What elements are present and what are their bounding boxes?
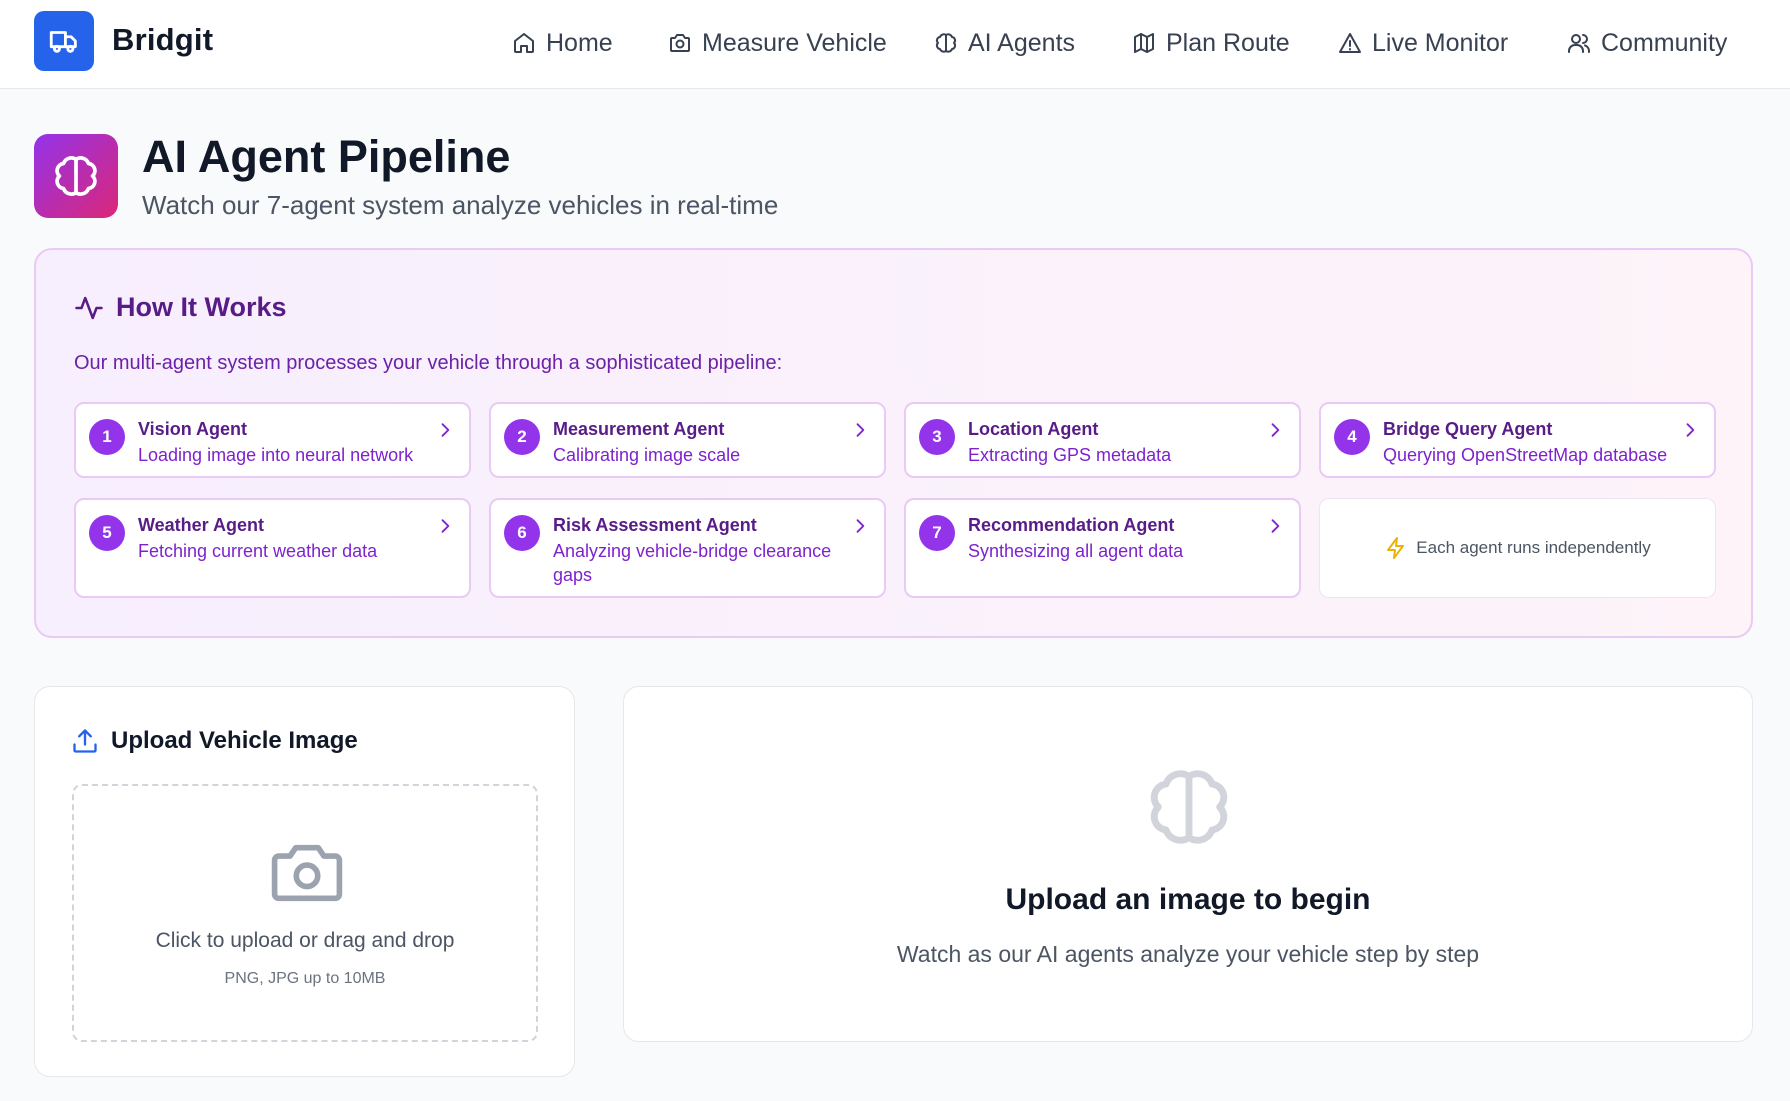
agent-name: Measurement Agent [553, 419, 725, 439]
agent-card-recommendation[interactable]: 7 Recommendation Agent Synthesizing all … [904, 498, 1301, 598]
agent-card-vision[interactable]: 1 Vision Agent Loading image into neural… [74, 402, 471, 478]
agent-number-badge: 4 [1334, 419, 1370, 455]
how-it-works-title: How It Works [116, 292, 287, 322]
upload-panel: Upload Vehicle Image Click to upload or … [34, 686, 575, 1077]
activity-icon [75, 296, 103, 319]
agent-number-badge: 6 [504, 515, 540, 551]
agent-number-badge: 1 [89, 419, 125, 455]
nav-item-home[interactable]: Home [512, 26, 613, 60]
page-subtitle: Watch our 7-agent system analyze vehicle… [142, 190, 779, 220]
brain-icon [1150, 770, 1228, 844]
agent-number-badge: 7 [919, 515, 955, 551]
chevron-right-icon [1686, 423, 1695, 437]
main-nav: Home Measure Vehicle AI Agents Plan Rout… [0, 0, 1790, 86]
map-icon [1134, 33, 1154, 53]
upload-title: Upload Vehicle Image [111, 727, 358, 754]
how-it-works-panel: How It Works Our multi-agent system proc… [34, 248, 1753, 638]
agent-description: Extracting GPS metadata [968, 445, 1172, 465]
how-it-works-heading: How It Works [74, 292, 287, 323]
agent-description: Fetching current weather data [138, 541, 378, 561]
camera-icon [271, 844, 343, 902]
agent-description: Synthesizing all agent data [968, 541, 1184, 561]
agent-name: Risk Assessment Agent [553, 515, 757, 535]
agent-card-weather[interactable]: 5 Weather Agent Fetching current weather… [74, 498, 471, 598]
agent-number-badge: 3 [919, 419, 955, 455]
nav-label: Live Monitor [1372, 28, 1509, 57]
agent-name: Vision Agent [138, 419, 248, 439]
empty-state-subtitle: Watch as our AI agents analyze your vehi… [896, 941, 1480, 967]
agent-card-measurement[interactable]: 2 Measurement Agent Calibrating image sc… [489, 402, 886, 478]
alert-triangle-icon [1339, 33, 1361, 53]
agent-name: Weather Agent [138, 515, 265, 535]
agent-description: Analyzing vehicle-bridge clearance gaps [553, 541, 832, 585]
upload-heading: Upload Vehicle Image [71, 727, 358, 755]
nav-label: Plan Route [1166, 28, 1290, 57]
lightning-bolt-icon [1387, 537, 1405, 559]
agent-description: Calibrating image scale [553, 445, 741, 465]
chevron-right-icon [441, 423, 450, 437]
nav-label: Community [1601, 28, 1728, 57]
note-text: Each agent runs independently [1416, 538, 1651, 557]
chevron-right-icon [1271, 519, 1280, 533]
dropzone-hint: PNG, JPG up to 10MB [224, 970, 386, 987]
camera-icon [670, 34, 690, 52]
nav-item-live-monitor[interactable]: Live Monitor [1338, 26, 1508, 60]
agent-card-bridge-query[interactable]: 4 Bridge Query Agent Querying OpenStreet… [1319, 402, 1716, 478]
page-title: AI Agent Pipeline [142, 131, 511, 182]
agent-card-location[interactable]: 3 Location Agent Extracting GPS metadata [904, 402, 1301, 478]
nav-item-plan-route[interactable]: Plan Route [1132, 26, 1290, 60]
agent-number-badge: 2 [504, 419, 540, 455]
agent-description: Querying OpenStreetMap database [1383, 445, 1668, 465]
empty-state-title: Upload an image to begin [1005, 883, 1371, 916]
nav-label: Home [546, 28, 613, 57]
chevron-right-icon [441, 519, 450, 533]
image-dropzone[interactable]: Click to upload or drag and drop PNG, JP… [72, 784, 538, 1042]
users-icon [1568, 34, 1590, 53]
independent-agents-note: Each agent runs independently [1319, 498, 1716, 598]
chevron-right-icon [856, 519, 865, 533]
agent-number-badge: 5 [89, 515, 125, 551]
chevron-right-icon [856, 423, 865, 437]
home-icon [514, 33, 534, 53]
agent-name: Bridge Query Agent [1383, 419, 1553, 439]
agent-name: Recommendation Agent [968, 515, 1175, 535]
brain-icon [55, 156, 97, 196]
how-it-works-description: Our multi-agent system processes your ve… [74, 352, 783, 374]
nav-item-measure-vehicle[interactable]: Measure Vehicle [668, 26, 887, 60]
dropzone-text: Click to upload or drag and drop [155, 929, 455, 952]
chevron-right-icon [1271, 423, 1280, 437]
nav-label: AI Agents [968, 28, 1076, 57]
agent-description: Loading image into neural network [138, 445, 414, 465]
nav-label: Measure Vehicle [702, 28, 887, 57]
agent-card-risk-assessment[interactable]: 6 Risk Assessment Agent Analyzing vehicl… [489, 498, 886, 598]
page-title-icon [34, 134, 118, 218]
top-nav-bar: Bridgit Home Measure Vehicle AI Agents P… [0, 0, 1790, 89]
brain-icon [935, 33, 957, 53]
nav-item-ai-agents[interactable]: AI Agents [934, 26, 1075, 60]
nav-item-community[interactable]: Community [1567, 26, 1727, 60]
results-panel: Upload an image to begin Watch as our AI… [623, 686, 1753, 1042]
upload-icon [73, 729, 97, 753]
agent-name: Location Agent [968, 419, 1099, 439]
